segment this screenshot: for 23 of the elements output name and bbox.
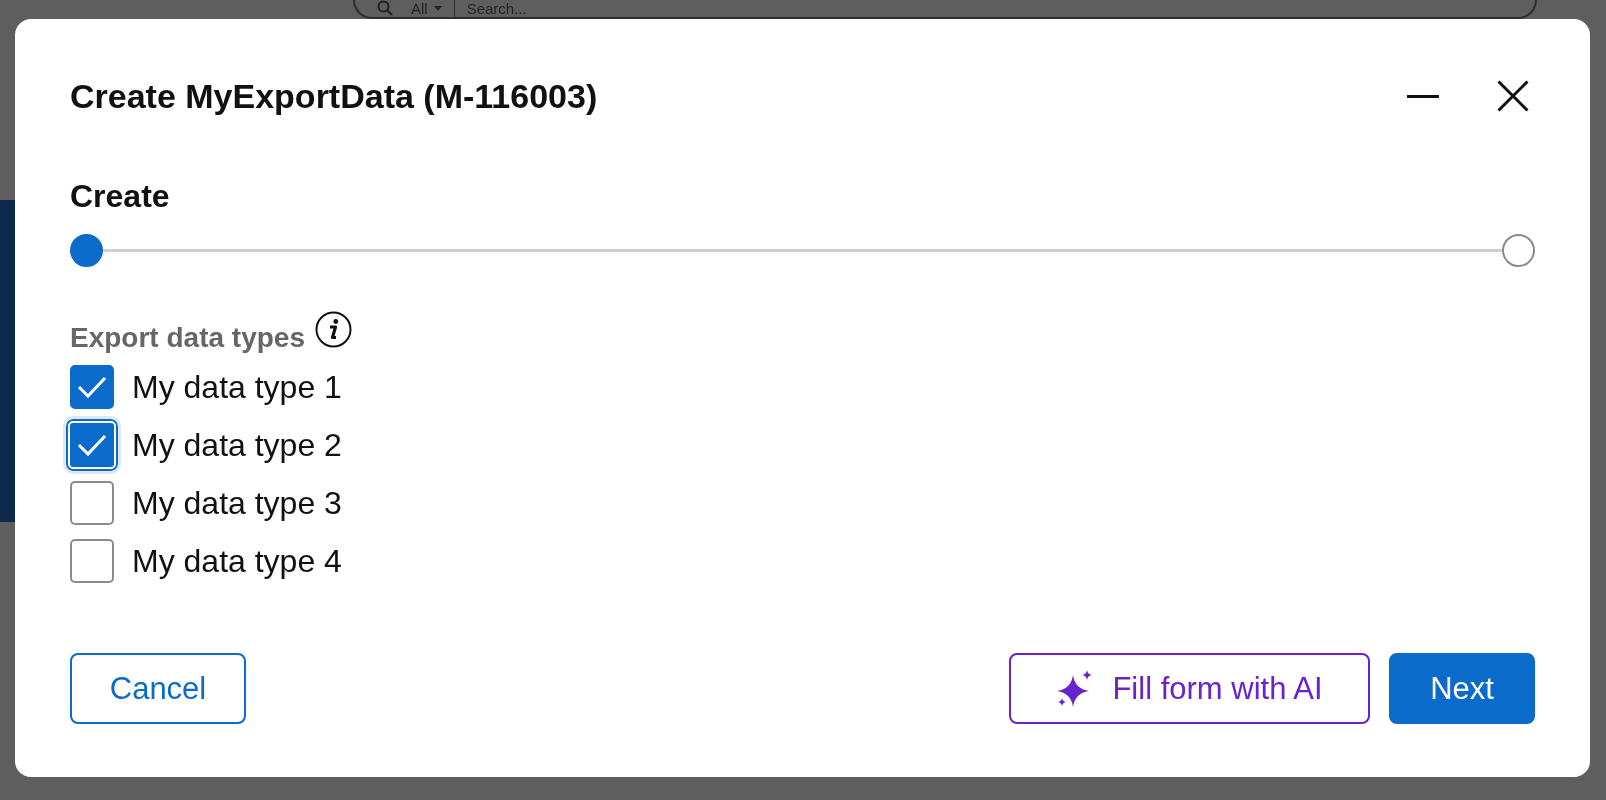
cancel-button[interactable]: Cancel	[70, 653, 246, 724]
next-button[interactable]: Next	[1389, 653, 1535, 724]
info-icon[interactable]	[314, 311, 352, 348]
check-icon	[77, 433, 107, 457]
option-label: My data type 4	[132, 542, 342, 580]
step-label: Create	[70, 177, 170, 215]
minimize-icon	[1407, 94, 1439, 98]
ai-fill-button[interactable]: Fill form with AI	[1009, 653, 1370, 724]
minimize-button[interactable]	[1407, 94, 1439, 98]
checkbox[interactable]	[70, 365, 114, 409]
option-label: My data type 3	[132, 484, 342, 522]
search-icon	[377, 0, 393, 16]
dialog-title: Create MyExportData (M-116003)	[70, 76, 598, 117]
field-label: Export data types	[70, 321, 305, 355]
option-label: My data type 1	[132, 368, 342, 406]
caret-icon	[433, 5, 442, 11]
close-button[interactable]	[1497, 80, 1529, 112]
check-icon	[77, 375, 107, 399]
close-icon	[1497, 80, 1529, 112]
checkbox[interactable]	[70, 539, 114, 583]
search-input[interactable]: Search...	[466, 0, 1513, 17]
checkbox[interactable]	[70, 481, 114, 525]
option-label: My data type 2	[132, 426, 342, 464]
